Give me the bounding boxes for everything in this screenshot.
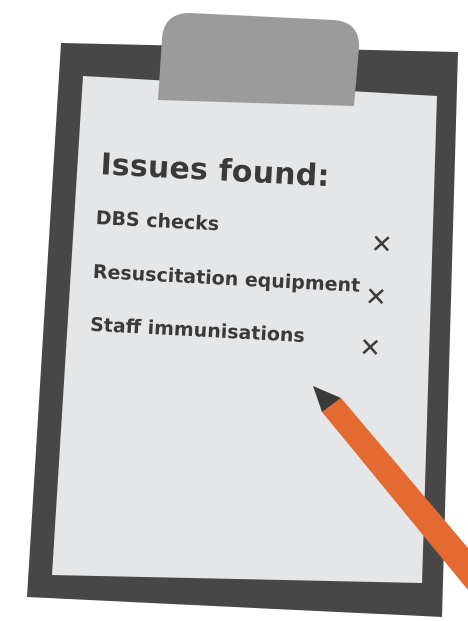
pencil-body [322, 398, 468, 590]
pencil-graphic [313, 386, 468, 590]
clipboard-illustration: Issues found: DBS checks ✕ Resuscitation… [0, 0, 468, 617]
